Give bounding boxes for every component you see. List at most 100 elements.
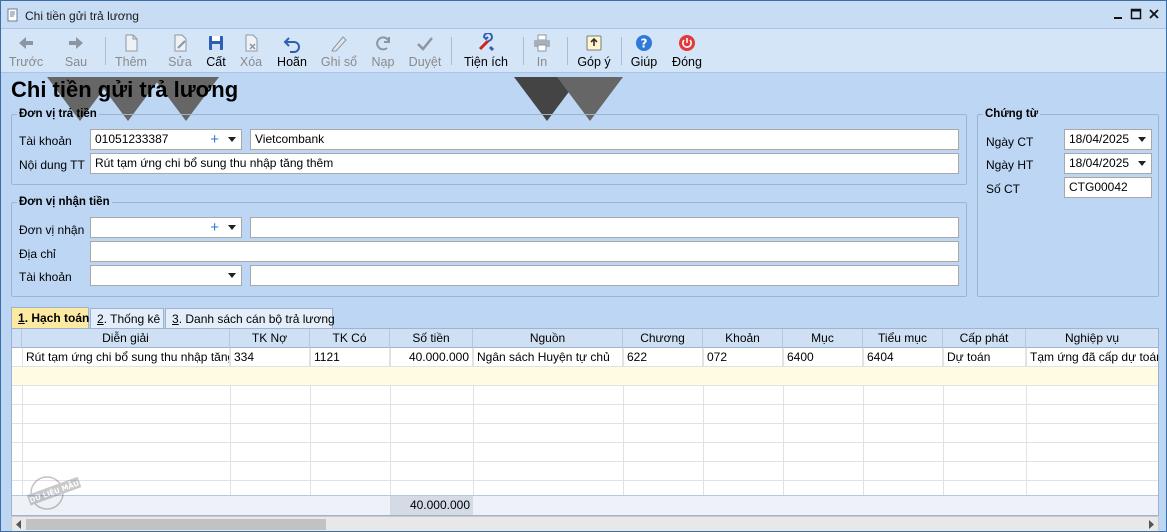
voucher-number-value: CTG00042 <box>1069 180 1128 194</box>
cell-item[interactable]: 072 <box>703 348 783 367</box>
col-source[interactable]: Nguồn <box>473 329 623 348</box>
col-item[interactable]: Khoản <box>703 329 783 348</box>
scrollbar-thumb[interactable] <box>26 519 326 530</box>
voucher-legend: Chứng từ <box>985 108 1039 120</box>
empty-row[interactable] <box>12 462 1158 481</box>
scroll-right-icon[interactable] <box>1147 520 1155 529</box>
payee-bank-field[interactable] <box>250 265 959 286</box>
payee-address-field[interactable] <box>90 241 959 262</box>
row-indicator-header <box>12 329 22 348</box>
payer-content-label: Nội dung TT <box>19 158 85 172</box>
post-ledger-button[interactable]: Ghi sổ <box>317 29 361 73</box>
cell-operation[interactable]: Tạm ứng đã cấp dự toán <box>1026 348 1158 367</box>
prev-button[interactable]: Trước <box>7 29 45 73</box>
cell-subsection[interactable]: 6404 <box>863 348 943 367</box>
cell-debit-account[interactable]: 334 <box>230 348 310 367</box>
cell-description[interactable]: Rút tạm ứng chi bổ sung thu nhập tăng... <box>22 348 230 367</box>
cell-amount[interactable]: 40.000.000 <box>390 348 473 367</box>
tab-statistics[interactable]: 2. Thống kê <box>90 308 164 329</box>
table-row[interactable]: Rút tạm ứng chi bổ sung thu nhập tăng...… <box>12 348 1158 367</box>
col-section[interactable]: Mục <box>783 329 863 348</box>
feedback-icon <box>586 35 602 51</box>
col-debit-account[interactable]: TK Nợ <box>230 329 310 348</box>
print-button[interactable]: In <box>529 29 555 73</box>
voucher-number-field[interactable]: CTG00042 <box>1064 177 1152 198</box>
chevron-down-icon[interactable] <box>1138 137 1146 142</box>
new-row[interactable] <box>12 367 1158 386</box>
payer-account-combo[interactable]: 01051233387 + <box>90 129 242 150</box>
edit-document-icon <box>174 34 187 52</box>
utilities-button[interactable]: Tiện ích <box>459 29 513 73</box>
empty-row[interactable] <box>12 443 1158 462</box>
save-button[interactable]: Cất <box>199 29 233 73</box>
help-button[interactable]: ? Giúp <box>627 29 661 73</box>
payer-bank-value: Vietcombank <box>255 132 325 146</box>
undo-icon <box>283 37 300 53</box>
help-icon: ? <box>636 35 652 51</box>
tools-icon <box>478 33 495 52</box>
payee-unit-name-field[interactable] <box>250 217 959 238</box>
col-operation[interactable]: Nghiệp vụ <box>1026 329 1158 348</box>
toolbar-separator <box>105 37 106 65</box>
scroll-left-icon[interactable] <box>15 520 23 529</box>
grid-header: Diễn giải TK Nợ TK Có Số tiền Nguồn Chươ… <box>12 329 1158 348</box>
help-label: Giúp <box>630 55 658 69</box>
empty-row[interactable] <box>12 386 1158 405</box>
col-amount[interactable]: Số tiền <box>390 329 473 348</box>
payee-unit-combo[interactable]: + <box>90 217 242 238</box>
maximize-icon[interactable] <box>1129 7 1143 21</box>
add-unit-icon[interactable]: + <box>210 218 219 237</box>
chevron-down-icon[interactable] <box>228 273 236 278</box>
chevron-down-icon[interactable] <box>1138 161 1146 166</box>
tab-statistics-label: . Thống kê <box>103 312 161 326</box>
next-button[interactable]: Sau <box>57 29 95 73</box>
payer-account-label: Tài khoản <box>19 134 72 148</box>
toolbar-separator <box>621 37 622 65</box>
title-bar: Chi tiền gửi trả lương <box>1 1 1166 29</box>
add-button[interactable]: Thêm <box>111 29 151 73</box>
col-subsection[interactable]: Tiểu mục <box>863 329 943 348</box>
pencil-icon <box>331 36 347 52</box>
chevron-down-icon[interactable] <box>228 225 236 230</box>
utilities-label: Tiện ích <box>463 55 508 69</box>
cell-section[interactable]: 6400 <box>783 348 863 367</box>
tab-accounting[interactable]: 1. Hạch toán <box>11 307 89 329</box>
chevron-down-icon[interactable] <box>228 137 236 142</box>
col-allocation[interactable]: Cấp phát <box>943 329 1026 348</box>
postpone-label: Hoãn <box>277 55 307 69</box>
add-account-icon[interactable]: + <box>210 130 219 149</box>
window-title: Chi tiền gửi trả lương <box>25 9 139 23</box>
payer-content-field[interactable]: Rút tạm ứng chi bổ sung thu nhập tăng th… <box>90 153 959 174</box>
empty-row[interactable] <box>12 424 1158 443</box>
payer-bank-field[interactable]: Vietcombank <box>250 129 959 150</box>
feedback-label: Góp ý <box>577 55 611 69</box>
col-description[interactable]: Diễn giải <box>22 329 230 348</box>
cell-allocation[interactable]: Dự toán <box>943 348 1026 367</box>
close-window-icon[interactable] <box>1147 7 1161 21</box>
col-credit-account[interactable]: TK Có <box>310 329 390 348</box>
tab-statistics-key: 2 <box>97 312 104 326</box>
cell-credit-account[interactable]: 1121 <box>310 348 390 367</box>
col-chapter[interactable]: Chương <box>623 329 703 348</box>
payee-account-combo[interactable] <box>90 265 242 286</box>
delete-button[interactable]: Xóa <box>233 29 269 73</box>
date-ht-value: 18/04/2025 <box>1069 156 1130 170</box>
feedback-button[interactable]: Góp ý <box>573 29 615 73</box>
date-ht-picker[interactable]: 18/04/2025 <box>1064 153 1152 174</box>
post-ledger-label: Ghi sổ <box>320 55 358 69</box>
empty-row[interactable] <box>12 405 1158 424</box>
close-button[interactable]: Đóng <box>669 29 705 73</box>
approve-button[interactable]: Duyệt <box>405 29 445 73</box>
prev-label: Trước <box>8 55 44 69</box>
cell-chapter[interactable]: 622 <box>623 348 703 367</box>
tab-staff-list-label: . Danh sách cán bộ trả lương <box>178 312 335 326</box>
cell-source[interactable]: Ngân sách Huyện tự chủ <box>473 348 623 367</box>
postpone-button[interactable]: Hoãn <box>273 29 311 73</box>
minimize-icon[interactable] <box>1111 7 1125 21</box>
tab-staff-list[interactable]: 3. Danh sách cán bộ trả lương <box>165 308 335 329</box>
edit-button[interactable]: Sửa <box>163 29 197 73</box>
tab-accounting-label: . Hạch toán <box>24 311 90 325</box>
date-ct-picker[interactable]: 18/04/2025 <box>1064 129 1152 150</box>
load-button[interactable]: Nạp <box>365 29 401 73</box>
horizontal-scrollbar[interactable] <box>11 516 1159 531</box>
